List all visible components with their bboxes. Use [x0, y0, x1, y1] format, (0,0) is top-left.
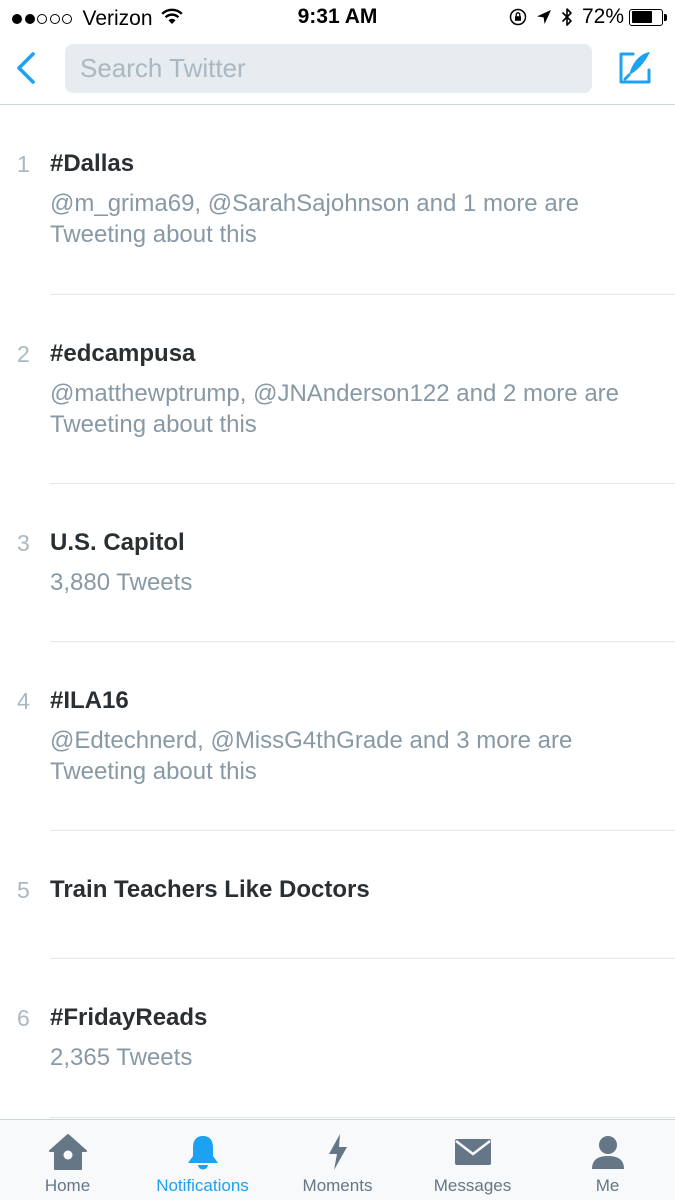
trend-meta: @m_grima69, @SarahSajohnson and 1 more a… — [50, 190, 580, 248]
trend-divider — [50, 1117, 675, 1118]
signal-dot — [62, 13, 72, 24]
navigation-bar — [0, 36, 675, 104]
tab-label: Home — [44, 1176, 91, 1195]
tab-moments[interactable]: Moments — [270, 1120, 405, 1200]
tab-bar: Home Notifications Moments Messages Me — [0, 1119, 675, 1200]
back-button[interactable] — [8, 48, 44, 88]
status-bar: Verizon 9:31 AM 72% — [0, 0, 675, 36]
trend-meta: 3,880 Tweets — [50, 569, 193, 596]
tab-messages[interactable]: Messages — [405, 1120, 540, 1200]
signal-dot — [12, 13, 22, 24]
signal-dot — [37, 13, 47, 24]
signal-dot — [24, 13, 35, 24]
trend-item[interactable]: 3 U.S. Capitol 3,880 Tweets — [0, 484, 675, 642]
trend-rank: 3 — [17, 530, 30, 556]
tab-label: Messages — [433, 1176, 512, 1195]
bell-icon — [183, 1132, 223, 1172]
compose-tweet-button[interactable] — [615, 48, 655, 88]
trend-name: #edcampusa — [50, 340, 196, 367]
trend-meta: @Edtechnerd, @MissG4thGrade and 3 more a… — [50, 727, 573, 785]
trend-item[interactable]: 4 #ILA16 @Edtechnerd, @MissG4thGrade and… — [0, 642, 675, 831]
trend-meta: 2,365 Tweets — [50, 1044, 193, 1071]
trend-name: Train Teachers Like Doctors — [50, 876, 370, 903]
battery-icon — [629, 8, 667, 26]
signal-strength-icon — [12, 13, 75, 24]
tab-me[interactable]: Me — [540, 1120, 675, 1200]
tab-label: Me — [595, 1176, 620, 1195]
location-arrow-icon — [536, 9, 552, 25]
tab-home[interactable]: Home — [0, 1120, 135, 1200]
status-left: Verizon — [12, 6, 183, 31]
battery-level — [631, 11, 653, 23]
envelope-icon — [454, 1132, 492, 1172]
bluetooth-icon — [561, 7, 573, 27]
signal-dot — [49, 13, 60, 24]
home-icon — [48, 1132, 88, 1172]
lightning-icon — [325, 1132, 351, 1172]
trend-rank: 6 — [17, 1005, 30, 1031]
tab-label: Notifications — [156, 1176, 249, 1195]
search-input[interactable] — [65, 44, 592, 93]
trend-name: U.S. Capitol — [50, 529, 185, 556]
tab-notifications[interactable]: Notifications — [135, 1120, 270, 1200]
trend-name: #Dallas — [50, 150, 135, 177]
wifi-icon — [160, 7, 183, 31]
orientation-lock-icon — [509, 8, 527, 26]
trend-item[interactable]: 6 #FridayReads 2,365 Tweets — [0, 959, 675, 1119]
trend-item[interactable]: 5 Train Teachers Like Doctors — [0, 831, 675, 959]
trend-rank: 4 — [17, 688, 30, 714]
trend-item[interactable]: 1 #Dallas @m_grima69, @SarahSajohnson an… — [0, 105, 675, 295]
compose-icon — [619, 52, 651, 84]
trend-name: #FridayReads — [50, 1004, 208, 1031]
trend-name: #ILA16 — [50, 687, 129, 714]
chevron-left-icon — [17, 52, 35, 84]
trend-rank: 2 — [17, 341, 30, 367]
trend-rank: 1 — [17, 151, 30, 177]
tab-label: Moments — [302, 1176, 373, 1195]
carrier-name: Verizon — [82, 6, 153, 30]
battery-tip — [664, 13, 667, 21]
battery-percent: 72% — [581, 5, 624, 28]
person-icon — [589, 1132, 627, 1172]
status-right: 72% — [500, 5, 667, 29]
trend-rank: 5 — [17, 877, 30, 903]
trend-meta: @matthewptrump, @JNAnderson122 and 2 mor… — [50, 380, 620, 438]
trend-item[interactable]: 2 #edcampusa @matthewptrump, @JNAnderson… — [0, 295, 675, 484]
